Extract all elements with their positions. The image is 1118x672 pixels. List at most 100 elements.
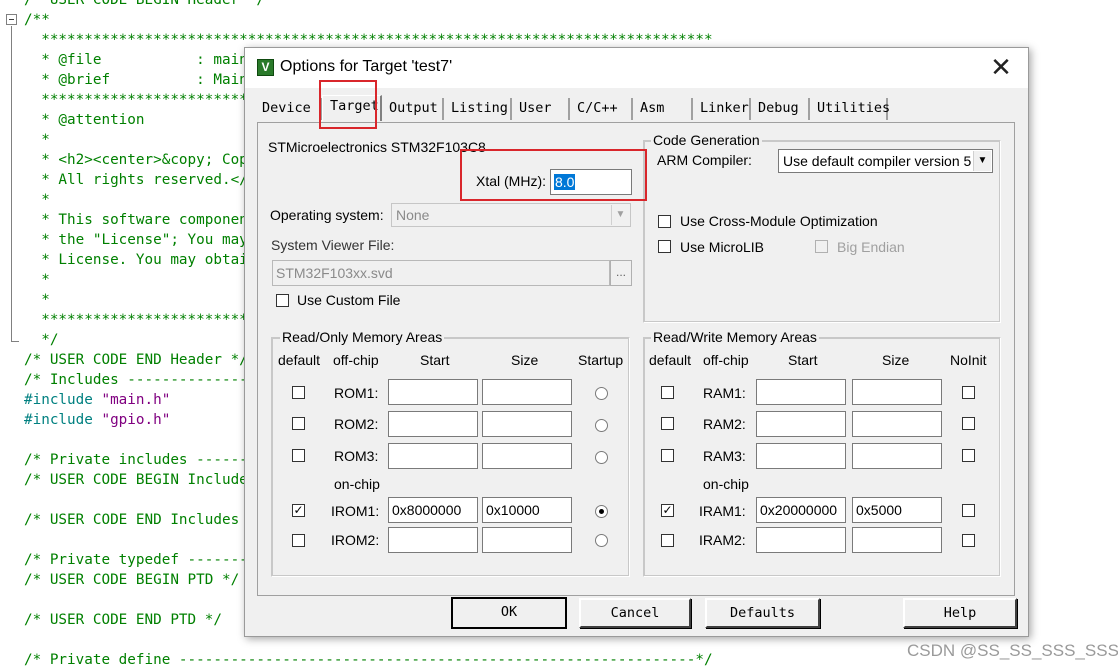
iram1-size-input[interactable]: 0x5000 [852, 497, 942, 523]
rom3-startup-radio[interactable] [595, 451, 608, 464]
iram1-label: IRAM1: [699, 503, 746, 519]
code-line: * [24, 292, 50, 308]
tab-c-cpp[interactable]: C/C++ [570, 98, 633, 120]
code-line: /* USER CODE END Includes */ [24, 512, 266, 528]
ro-header-startup: Startup [578, 352, 624, 368]
include-line: #include "gpio.h" [24, 410, 170, 430]
rom3-size-input[interactable] [482, 443, 572, 469]
irom2-start-input[interactable] [388, 527, 478, 553]
ram1-start-input[interactable] [756, 379, 846, 405]
svd-input[interactable]: STM32F103xx.svd [272, 260, 610, 286]
cancel-button[interactable]: Cancel [579, 598, 691, 628]
ro-header-start: Start [420, 352, 450, 368]
keil-app-icon: V [257, 59, 274, 76]
rom2-startup-radio[interactable] [595, 419, 608, 432]
defaults-button[interactable]: Defaults [705, 598, 820, 628]
ram2-label: RAM2: [703, 416, 746, 432]
iram2-noinit-checkbox[interactable] [962, 534, 975, 547]
irom1-startup-radio[interactable] [595, 505, 608, 518]
ram2-default-checkbox[interactable] [661, 417, 674, 430]
use-custom-file-checkbox[interactable] [276, 294, 289, 307]
code-line: /** [24, 12, 50, 28]
irom2-startup-radio[interactable] [595, 534, 608, 547]
ram2-start-input[interactable] [756, 411, 846, 437]
rw-onchip-label: on-chip [703, 476, 749, 492]
code-line: * [24, 272, 50, 288]
readwrite-memory-title: Read/Write Memory Areas [651, 329, 819, 345]
ram2-size-input[interactable] [852, 411, 942, 437]
fold-line [11, 26, 12, 342]
code-line: */ [24, 332, 59, 348]
rom1-size-input[interactable] [482, 379, 572, 405]
rom2-size-input[interactable] [482, 411, 572, 437]
rom3-default-checkbox[interactable] [292, 449, 305, 462]
arm-compiler-select[interactable]: Use default compiler version 5 ▼ [778, 149, 993, 173]
ram3-noinit-checkbox[interactable] [962, 449, 975, 462]
close-icon[interactable]: ✕ [986, 53, 1016, 83]
tab-linker[interactable]: Linker [693, 98, 751, 120]
ram1-size-input[interactable] [852, 379, 942, 405]
cross-module-checkbox[interactable] [658, 215, 671, 228]
watermark: CSDN @SS_SS_SSS_SSS [907, 641, 1118, 660]
rom1-startup-radio[interactable] [595, 387, 608, 400]
irom2-default-checkbox[interactable] [292, 534, 305, 547]
iram1-noinit-checkbox[interactable] [962, 504, 975, 517]
arm-compiler-label: ARM Compiler: [657, 152, 752, 168]
tab-device[interactable]: Device [255, 98, 322, 120]
rom2-label: ROM2: [334, 416, 379, 432]
tab-listing[interactable]: Listing [444, 98, 512, 120]
include-keyword: #include [24, 392, 102, 408]
microlib-checkbox[interactable] [658, 240, 671, 253]
ram1-default-checkbox[interactable] [661, 386, 674, 399]
code-line: * @attention [24, 112, 145, 128]
iram2-label: IRAM2: [699, 532, 746, 548]
irom2-size-input[interactable] [482, 527, 572, 553]
rom1-default-checkbox[interactable] [292, 386, 305, 399]
irom1-size-input[interactable]: 0x10000 [482, 497, 572, 523]
readonly-memory-title: Read/Only Memory Areas [280, 329, 445, 345]
code-line: * [24, 132, 50, 148]
os-select[interactable]: None ▼ [391, 203, 631, 227]
os-value: None [396, 207, 430, 223]
iram2-start-input[interactable] [756, 527, 846, 553]
tab-debug[interactable]: Debug [751, 98, 810, 120]
ram3-size-input[interactable] [852, 443, 942, 469]
code-line: /* USER CODE BEGIN PTD */ [24, 572, 240, 588]
big-endian-label: Big Endian [837, 239, 905, 255]
code-line: /* USER CODE END PTD */ [24, 612, 222, 628]
ram3-start-input[interactable] [756, 443, 846, 469]
tab-output[interactable]: Output [382, 98, 444, 120]
tab-asm[interactable]: Asm [633, 98, 693, 120]
help-button[interactable]: Help [903, 598, 1017, 628]
ok-button[interactable]: OK [451, 597, 567, 629]
rom2-start-input[interactable] [388, 411, 478, 437]
iram2-size-input[interactable] [852, 527, 942, 553]
rom3-start-input[interactable] [388, 443, 478, 469]
irom1-default-checkbox[interactable]: ✓ [292, 504, 305, 517]
ram2-noinit-checkbox[interactable] [962, 417, 975, 430]
ram3-default-checkbox[interactable] [661, 449, 674, 462]
rom1-label: ROM1: [334, 385, 379, 401]
microlib-label: Use MicroLIB [680, 239, 765, 255]
tab-user[interactable]: User [512, 98, 570, 120]
rom2-default-checkbox[interactable] [292, 417, 305, 430]
iram1-default-checkbox[interactable]: ✓ [661, 504, 674, 517]
iram2-default-checkbox[interactable] [661, 534, 674, 547]
ram1-noinit-checkbox[interactable] [962, 386, 975, 399]
chevron-down-icon: ▼ [611, 205, 629, 225]
rom1-start-input[interactable] [388, 379, 478, 405]
tab-utilities[interactable]: Utilities [810, 98, 890, 120]
big-endian-checkbox[interactable] [815, 240, 828, 253]
fold-collapse-icon[interactable] [6, 14, 17, 25]
cross-module-label: Use Cross-Module Optimization [680, 213, 878, 229]
xtal-highlight-box [460, 149, 647, 201]
browse-button[interactable]: ... [610, 260, 632, 286]
rw-header-offchip: off-chip [703, 352, 749, 368]
iram1-start-input[interactable]: 0x20000000 [756, 497, 846, 523]
irom1-label: IROM1: [331, 503, 380, 519]
code-line: /* Private define ----------------------… [24, 652, 713, 668]
ram3-label: RAM3: [703, 448, 746, 464]
options-dialog: V Options for Target 'test7' ✕ Device Ta… [244, 47, 1029, 637]
include-file: "main.h" [101, 392, 171, 408]
irom1-start-input[interactable]: 0x8000000 [388, 497, 478, 523]
